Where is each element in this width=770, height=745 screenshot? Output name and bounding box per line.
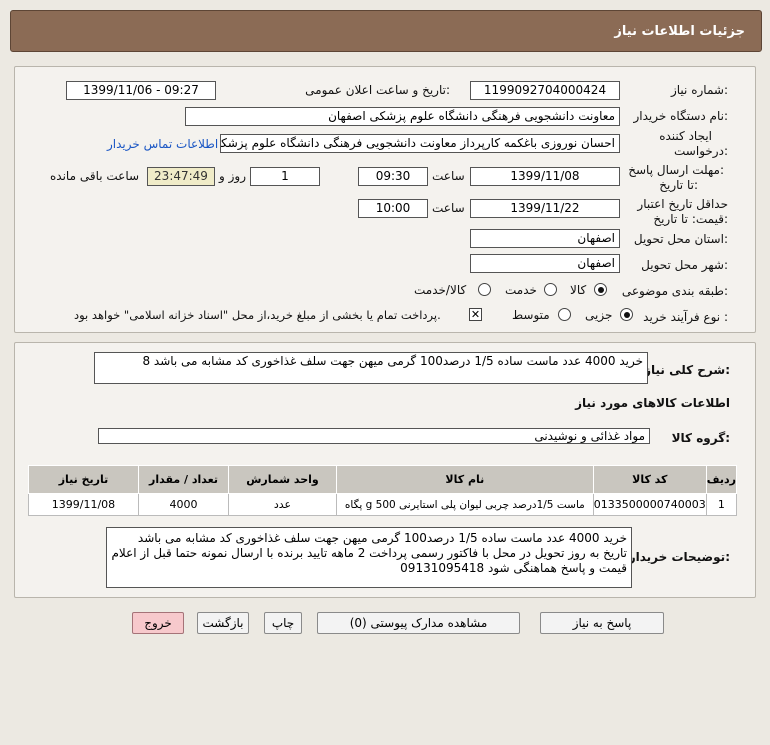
page-title: جزئیات اطلاعات نیاز xyxy=(614,23,745,39)
contact-info-link[interactable]: اطلاعات تماس خریدار xyxy=(107,137,218,151)
treasury-payment-checkbox[interactable]: ✕ xyxy=(469,308,482,321)
category-goods-radio[interactable] xyxy=(594,283,607,296)
category-goods-label: کالا xyxy=(570,283,587,297)
col-row: ردیف xyxy=(705,465,738,494)
remaining-time-field: 23:47:49 xyxy=(147,167,215,186)
creator-label-1: ایجاد کننده xyxy=(659,129,712,143)
buyer-org-label: نام دستگاه خریدار: xyxy=(633,109,729,123)
category-label: طبقه بندی موضوعی: xyxy=(621,284,728,298)
goods-table: ردیف کد کالا نام کالا واحد شمارش تعداد /… xyxy=(28,465,738,516)
treasury-payment-note: پرداخت تمام یا بخشی از مبلغ خرید،از محل … xyxy=(74,308,441,322)
buyer-org-field: معاونت دانشجویی فرهنگی دانشگاه علوم پزشک… xyxy=(185,107,620,126)
category-service-label: خدمت xyxy=(505,283,537,297)
province-label: استان محل تحویل: xyxy=(633,232,728,246)
summary-label: شرح کلی نیاز: xyxy=(644,363,730,377)
col-unit: واحد شمارش xyxy=(228,465,337,494)
cell-date: 1399/11/08 xyxy=(28,493,139,516)
cell-unit: عدد xyxy=(228,493,337,516)
days-field: 1 xyxy=(250,167,320,186)
deadline-date-field: 1399/11/08 xyxy=(470,167,620,186)
cell-code: 0133500000740003 xyxy=(592,493,707,516)
announce-field: 1399/11/06 - 09:27 xyxy=(66,81,216,100)
deadline-label-1: مهلت ارسال پاسخ: xyxy=(628,163,724,177)
validity-time-label: ساعت xyxy=(432,201,465,215)
cell-name: ماست 1/5درصد چربی لیوان پلی استایرنی 500… xyxy=(335,493,594,516)
process-medium-radio[interactable] xyxy=(558,308,571,321)
col-name: نام کالا xyxy=(335,465,594,494)
validity-time-field: 10:00 xyxy=(358,199,428,218)
need-number-field: 1199092704000424 xyxy=(470,81,620,100)
print-button[interactable]: چاپ xyxy=(264,612,302,634)
deadline-time-field: 09:30 xyxy=(358,167,428,186)
back-button[interactable]: بازگشت xyxy=(197,612,249,634)
attachments-button[interactable]: مشاهده مدارک پیوستی (0) xyxy=(317,612,520,634)
days-label: روز و xyxy=(219,169,246,183)
creator-field: احسان نوروزی باغکمه کارپرداز معاونت دانش… xyxy=(220,134,620,153)
buyer-notes-field: خرید 4000 عدد ماست ساده 1/5 درصد100 گرمی… xyxy=(106,527,632,588)
process-label: نوع فرآیند خرید : xyxy=(643,310,728,324)
goods-section-title: اطلاعات کالاهای مورد نیاز xyxy=(575,396,730,410)
col-qty: تعداد / مقدار xyxy=(137,465,230,494)
exit-button[interactable]: خروج xyxy=(132,612,184,634)
city-field: اصفهان xyxy=(470,254,620,273)
buyer-notes-label: توضیحات خریدار: xyxy=(628,550,730,564)
goods-group-label: گروه کالا: xyxy=(671,431,730,445)
process-minor-label: جزیی xyxy=(585,308,613,322)
page-header: جزئیات اطلاعات نیاز xyxy=(10,10,762,52)
process-minor-radio[interactable] xyxy=(620,308,633,321)
validity-date-field: 1399/11/22 xyxy=(470,199,620,218)
buyer-notes-line-2: تاریخ به روز تحویل در محل با فاکتور رسمی… xyxy=(111,546,627,560)
category-service-radio[interactable] xyxy=(544,283,557,296)
buyer-notes-line-3: قیمت و پاسخ هماهنگی شود 09131095418 xyxy=(400,561,627,575)
deadline-time-label: ساعت xyxy=(432,169,465,183)
creator-label-2: درخواست: xyxy=(674,144,728,158)
cell-qty: 4000 xyxy=(137,493,230,516)
process-medium-label: متوسط xyxy=(512,308,550,322)
summary-field: خرید 4000 عدد ماست ساده 1/5 درصد100 گرمی… xyxy=(94,352,648,384)
reply-button[interactable]: پاسخ به نیاز xyxy=(540,612,664,634)
goods-table-header: ردیف کد کالا نام کالا واحد شمارش تعداد /… xyxy=(28,465,738,494)
province-field: اصفهان xyxy=(470,229,620,248)
validity-label-1: حداقل تاریخ اعتبار xyxy=(637,197,728,211)
remaining-label: ساعت باقی مانده xyxy=(50,169,140,183)
announce-label: تاریخ و ساعت اعلان عمومی: xyxy=(305,83,450,97)
category-both-radio[interactable] xyxy=(478,283,491,296)
category-both-label: کالا/خدمت xyxy=(414,283,467,297)
table-row[interactable]: 1 0133500000740003 ماست 1/5درصد چربی لیو… xyxy=(28,493,738,516)
goods-group-field: مواد غذائی و نوشیدنی xyxy=(98,428,650,444)
deadline-label-2: تا تاریخ: xyxy=(659,178,698,192)
validity-label-2: قیمت: تا تاریخ: xyxy=(653,212,728,226)
buyer-notes-line-1: خرید 4000 عدد ماست ساده 1/5 درصد100 گرمی… xyxy=(137,531,627,545)
need-number-label: شماره نیاز: xyxy=(670,83,728,97)
col-date: تاریخ نیاز xyxy=(28,465,139,494)
cell-row: 1 xyxy=(705,493,738,516)
city-label: شهر محل تحویل: xyxy=(641,258,728,272)
col-code: کد کالا xyxy=(592,465,707,494)
